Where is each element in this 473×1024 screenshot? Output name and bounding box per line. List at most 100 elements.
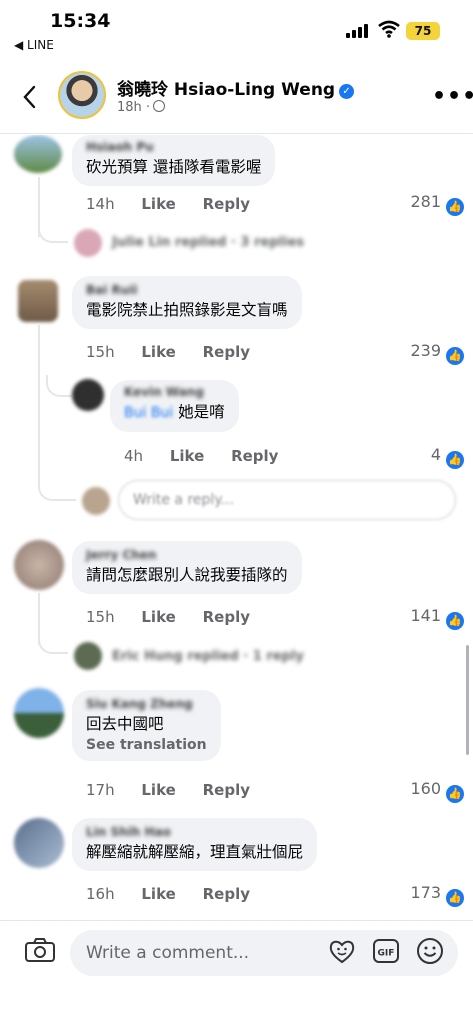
like-button[interactable]: Like <box>141 343 175 361</box>
replier-avatar[interactable] <box>74 229 102 257</box>
like-button[interactable]: Like <box>141 781 175 799</box>
see-translation-link[interactable]: See translation <box>86 737 207 753</box>
battery-indicator: 75 <box>406 22 440 40</box>
comment-text: 砍光預算 還插隊看電影喔 <box>86 158 262 176</box>
my-avatar <box>82 487 110 515</box>
comment-bubble: Hsiaoh Pu 砍光預算 還插隊看電影喔 <box>72 135 276 186</box>
comment-time: 17h <box>86 781 115 799</box>
like-count[interactable]: 281 👍 <box>394 192 464 216</box>
like-count[interactable]: 239 👍 <box>394 341 464 365</box>
like-count-value: 281 <box>410 192 441 211</box>
like-icon: 👍 <box>446 451 464 469</box>
commenter-avatar[interactable] <box>14 818 64 868</box>
wifi-icon <box>378 20 400 38</box>
like-count-value: 141 <box>410 606 441 625</box>
comment-time: 14h <box>86 195 115 213</box>
like-icon: 👍 <box>446 198 464 216</box>
comment-actions: 14h Like Reply <box>86 195 272 213</box>
like-button[interactable]: Like <box>141 608 175 626</box>
commenter-name[interactable]: Bai Ruii <box>86 283 288 299</box>
like-icon: 👍 <box>446 889 464 907</box>
cellular-signal-icon <box>346 24 370 38</box>
reply-button[interactable]: Reply <box>203 343 250 361</box>
chevron-left-icon[interactable] <box>18 82 42 112</box>
replier-avatar[interactable] <box>74 642 102 670</box>
reply-button[interactable]: Reply <box>203 195 250 213</box>
reply-button[interactable]: Reply <box>203 781 250 799</box>
like-count-value: 160 <box>410 779 441 798</box>
author-name[interactable]: 翁曉玲 Hsiao-Ling Weng ✓ <box>117 75 355 100</box>
comment-text: 回去中國吧 <box>86 715 164 733</box>
like-count-value: 173 <box>410 883 441 902</box>
like-button[interactable]: Like <box>141 885 175 903</box>
emoji-icon[interactable] <box>416 937 444 965</box>
like-count-value: 239 <box>410 341 441 360</box>
like-button[interactable]: Like <box>170 447 204 465</box>
comment-list: Hsiaoh Pu 砍光預算 還插隊看電影喔 14h Like Reply 28… <box>0 135 473 925</box>
reply-button[interactable]: Reply <box>203 885 250 903</box>
comment-bubble: Lin Shih Hao 解壓縮就解壓縮，理直氣壯個屁 <box>72 818 318 871</box>
verified-badge-icon: ✓ <box>339 84 355 99</box>
thread-line <box>38 475 76 501</box>
reply-text: 她是唷 <box>178 403 225 421</box>
reply-author-name[interactable]: Kevin Wang <box>124 385 225 401</box>
reply-button[interactable]: Reply <box>231 447 278 465</box>
reply-bubble: Kevin Wang Bui Bui 她是唷 <box>110 380 239 432</box>
scrollbar[interactable] <box>466 645 469 755</box>
commenter-name[interactable]: Jerry Chen <box>86 548 288 564</box>
comment-actions: 16h Like Reply <box>86 885 272 903</box>
comment-bubble: Siu Kang Zheng 回去中國吧 See translation <box>72 690 221 761</box>
thread-line <box>38 632 68 654</box>
post-header: 翁曉玲 Hsiao-Ling Weng ✓ 18h · ••• <box>0 62 473 134</box>
commenter-avatar[interactable] <box>18 280 58 322</box>
like-button[interactable]: Like <box>141 195 175 213</box>
reply-author-avatar[interactable] <box>72 379 104 411</box>
gif-icon[interactable]: GIF <box>372 937 400 965</box>
comment-text: 電影院禁止拍照錄影是文盲嗎 <box>86 301 288 319</box>
comment-actions: 17h Like Reply <box>86 781 272 799</box>
comment-actions: 15h Like Reply <box>86 343 272 361</box>
globe-icon <box>153 100 166 112</box>
comment-time: 15h <box>86 608 115 626</box>
more-icon[interactable]: ••• <box>432 84 473 109</box>
reply-time: 4h <box>124 447 144 465</box>
write-reply-input[interactable]: Write a reply... <box>118 480 456 520</box>
view-replies-link[interactable]: Eric Hung replied · 1 reply <box>112 649 304 664</box>
avatar-sticker-icon[interactable] <box>328 937 356 965</box>
like-count[interactable]: 173 👍 <box>394 883 464 907</box>
thread-line <box>38 325 40 490</box>
commenter-name[interactable]: Lin Shih Hao <box>86 825 303 841</box>
commenter-avatar[interactable] <box>14 688 64 738</box>
mention-tag[interactable]: Bui Bui <box>124 405 173 421</box>
back-to-line-link[interactable]: ◀ LINE <box>14 38 54 52</box>
like-count[interactable]: 141 👍 <box>394 606 464 630</box>
commenter-name[interactable]: Siu Kang Zheng <box>86 697 207 713</box>
comment-text: 解壓縮就解壓縮，理直氣壯個屁 <box>86 843 304 861</box>
like-count-value: 4 <box>430 445 441 464</box>
comment-composer: Write a comment... GIF <box>0 920 473 1024</box>
like-icon: 👍 <box>446 347 464 365</box>
like-icon: 👍 <box>446 612 464 630</box>
author-name-text: 翁曉玲 Hsiao-Ling Weng <box>117 80 336 100</box>
status-bar: 15:34 ◀ LINE 75 <box>0 0 473 60</box>
status-time: 15:34 <box>50 10 111 32</box>
author-avatar[interactable] <box>58 71 106 119</box>
like-icon: 👍 <box>446 785 464 803</box>
svg-text:GIF: GIF <box>378 949 395 959</box>
view-replies-link[interactable]: Julie Lin replied · 3 replies <box>112 235 304 250</box>
comment-bubble: Jerry Chen 請問怎麼跟別人說我要插隊的 <box>72 541 302 594</box>
comment-text: 請問怎麼跟別人說我要插隊的 <box>86 566 288 584</box>
commenter-avatar[interactable] <box>14 135 62 173</box>
comment-bubble: Bai Ruii 電影院禁止拍照錄影是文盲嗎 <box>72 276 302 329</box>
like-count[interactable]: 4 👍 <box>394 445 464 469</box>
like-count[interactable]: 160 👍 <box>394 779 464 803</box>
thread-line <box>46 375 72 397</box>
reply-actions: 4h Like Reply <box>124 447 300 465</box>
thread-line <box>38 221 68 243</box>
commenter-avatar[interactable] <box>14 540 64 590</box>
reply-button[interactable]: Reply <box>203 608 250 626</box>
comment-input-placeholder: Write a comment... <box>86 943 250 963</box>
commenter-name[interactable]: Hsiaoh Pu <box>86 140 261 156</box>
comment-time: 16h <box>86 885 115 903</box>
camera-icon[interactable] <box>24 937 56 963</box>
